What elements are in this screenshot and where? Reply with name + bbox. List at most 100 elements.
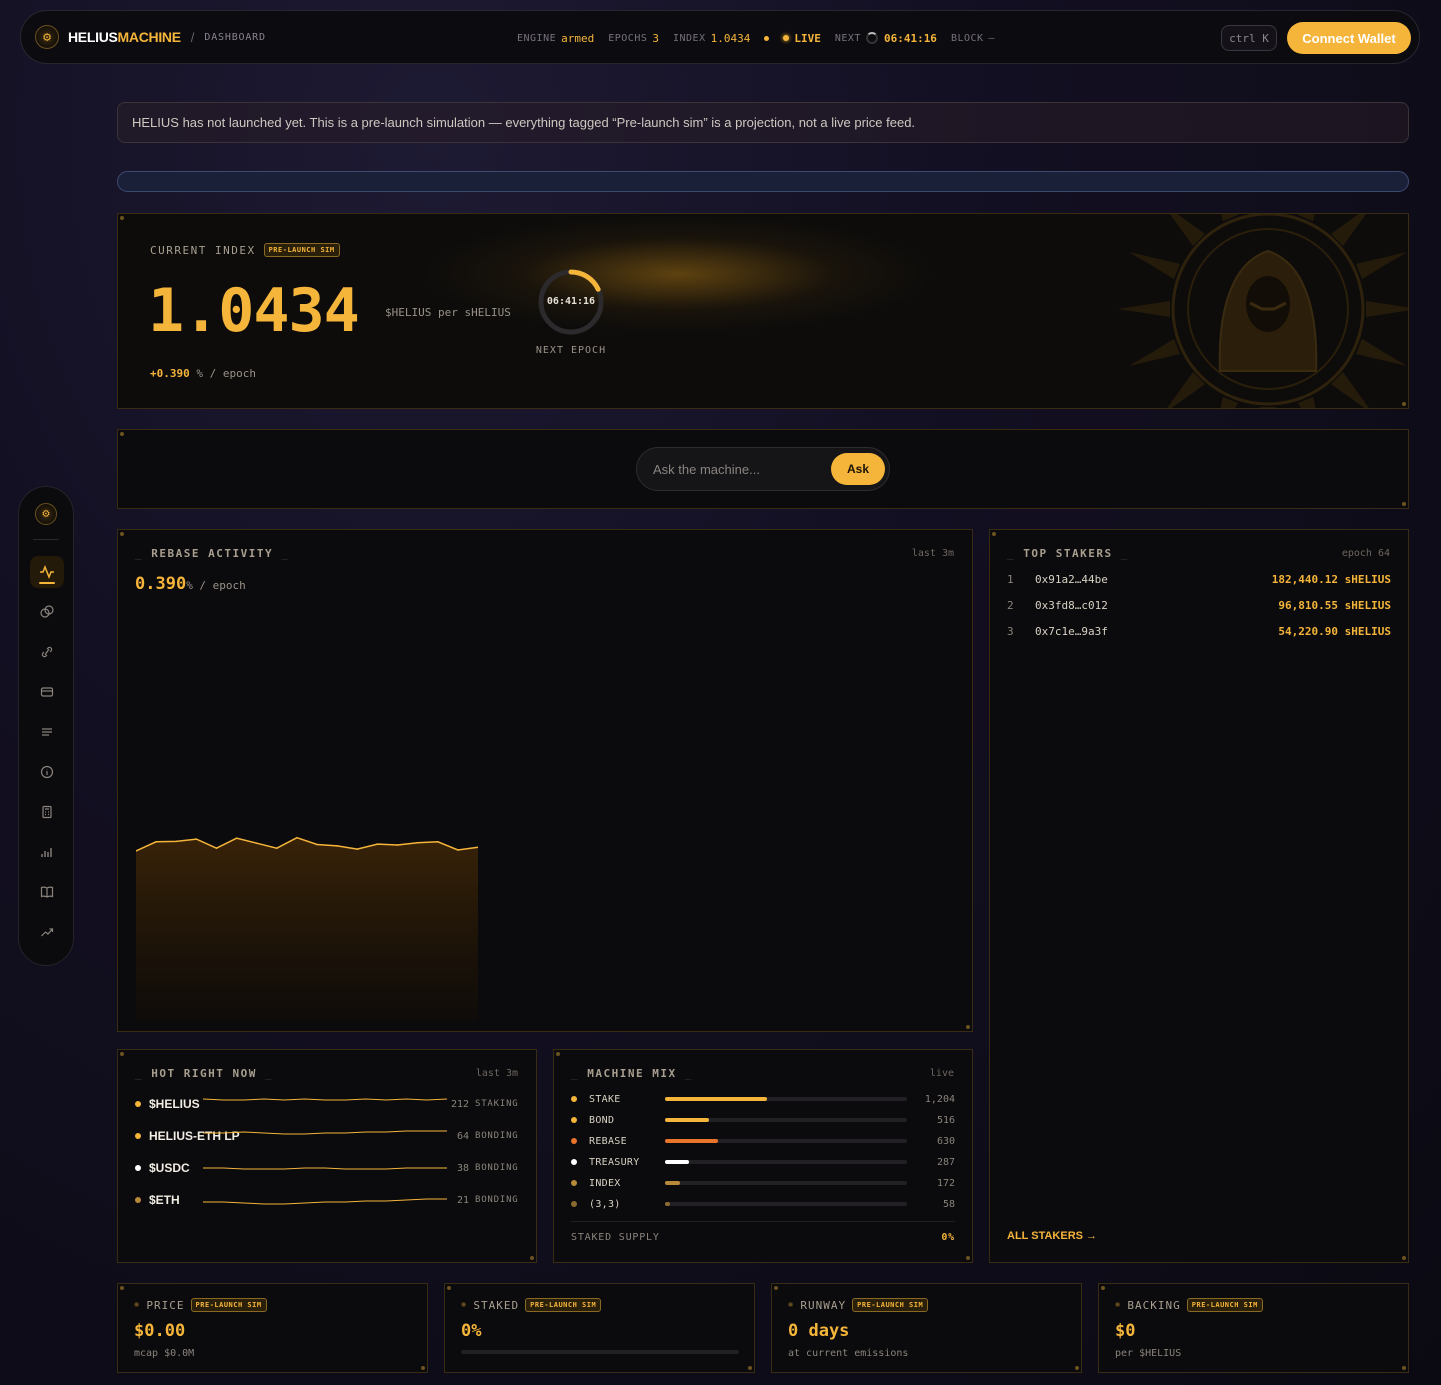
mix-row: STAKE 1,204: [571, 1092, 955, 1106]
delta-value: +0.390: [150, 367, 190, 380]
delta-suffix: % / epoch: [196, 367, 256, 380]
hot-item-dot-icon: [135, 1133, 141, 1139]
status-ticker: ENGINE armed EPOCHS 3 INDEX 1.0434 LIVE …: [517, 11, 1000, 65]
mix-name: TREASURY: [589, 1156, 640, 1168]
sidebar-item-analytics[interactable]: [30, 836, 64, 868]
ask-button[interactable]: Ask: [831, 453, 885, 485]
brand[interactable]: HELIUSMACHINE: [68, 29, 181, 45]
rebase-point: [396, 844, 399, 846]
sun-icon: ✺: [461, 1300, 468, 1310]
mix-name: INDEX: [589, 1177, 621, 1189]
sidebar-item-coins[interactable]: [30, 596, 64, 628]
sidebar-item-wallet[interactable]: [30, 676, 64, 708]
sidebar-item-trending[interactable]: [30, 916, 64, 948]
logo-icon[interactable]: ⚙: [35, 25, 59, 49]
hot-item-name: $ETH: [149, 1193, 180, 1207]
next-value: 06:41:16: [883, 31, 937, 45]
rebase-point: [457, 849, 459, 851]
staked-stat-card: ✺ STAKED PRE-LAUNCH SIM 0%: [444, 1283, 755, 1373]
command-palette-shortcut[interactable]: ctrl K: [1221, 25, 1277, 51]
rebase-title-text: REBASE ACTIVITY: [151, 547, 274, 560]
mix-value: 630: [936, 1135, 955, 1147]
mix-bar: [665, 1160, 907, 1164]
price-label-text: PRICE: [146, 1298, 185, 1312]
coins-icon: [40, 605, 54, 618]
sun-icon: ✺: [134, 1300, 141, 1310]
price-value: $0.00: [134, 1321, 186, 1341]
list-icon: [42, 728, 52, 736]
mix-value: 172: [936, 1177, 955, 1189]
next-epoch-label: NEXT EPOCH: [535, 345, 607, 356]
rebase-area: [136, 837, 478, 1020]
sidebar-item-activity[interactable]: [30, 556, 64, 588]
sidebar-item-list[interactable]: [30, 716, 64, 748]
hot-range: last 3m: [475, 1068, 518, 1079]
hot-item-count: 64: [456, 1130, 469, 1142]
epochs-label: EPOCHS: [608, 32, 648, 44]
connect-wallet-button[interactable]: Connect Wallet: [1287, 22, 1411, 54]
rebase-point: [336, 845, 338, 847]
countdown-spinner-icon: [865, 32, 878, 44]
prelaunch-sim-badge: PRE-LAUNCH SIM: [852, 1298, 929, 1312]
sidebar-item-calculator[interactable]: [30, 796, 64, 828]
rebase-point: [215, 847, 218, 849]
backing-value: $0: [1115, 1321, 1136, 1341]
all-stakers-link[interactable]: ALL STAKERS →: [1007, 1230, 1097, 1242]
runway-sub: at current emissions: [788, 1348, 909, 1359]
hot-item-count: 212: [450, 1098, 469, 1110]
top-stakers-panel: _ TOP STAKERS _ epoch 64 1 0x91a2…44be 1…: [989, 529, 1409, 1263]
mix-dot-icon: [571, 1159, 577, 1165]
hot-item-sparkline: [203, 1130, 447, 1135]
rebase-point: [235, 837, 238, 839]
rebase-value: 0.390% / epoch: [135, 574, 246, 594]
hot-item[interactable]: $HELIUS 212 STAKING: [135, 1094, 519, 1114]
trending-up-icon: [41, 928, 54, 937]
mix-dot-icon: [571, 1138, 577, 1144]
mix-dot-icon: [571, 1201, 577, 1207]
prelaunch-sim-badge: PRE-LAUNCH SIM: [525, 1298, 602, 1312]
hot-title-text: HOT RIGHT NOW: [151, 1067, 257, 1080]
hot-item[interactable]: $ETH 21 BONDING: [135, 1190, 519, 1210]
hot-item-count: 21: [456, 1194, 469, 1206]
hooded-sun-emblem-icon: [1118, 214, 1408, 408]
rebase-value-number: 0.390: [135, 574, 187, 594]
brand-main: HELIUS: [68, 29, 118, 45]
stakers-title-text: TOP STAKERS: [1023, 547, 1113, 560]
mix-value: 58: [942, 1198, 955, 1210]
hot-item-tag: STAKING: [475, 1099, 519, 1109]
machine-mix-panel: _ MACHINE MIX _ live STAKE 1,204 BOND 516 RE…: [553, 1049, 973, 1263]
index-value: 1.0434: [710, 31, 751, 45]
ask-input[interactable]: [653, 461, 823, 477]
mix-name: STAKE: [589, 1093, 621, 1105]
current-index-title: CURRENT INDEX: [150, 243, 256, 257]
wallet-icon: [40, 687, 54, 697]
hot-item[interactable]: $USDC 38 BONDING: [135, 1158, 519, 1178]
staker-row[interactable]: 3 0x7c1e…9a3f 54,220.90 sHELIUS: [1007, 625, 1391, 641]
staker-address: 0x7c1e…9a3f: [1035, 625, 1108, 638]
hot-right-now-panel: _ HOT RIGHT NOW _ last 3m $HELIUS 212 STAK…: [117, 1049, 537, 1263]
sidebar-item-docs[interactable]: [30, 876, 64, 908]
mix-dot-icon: [571, 1096, 577, 1102]
ask-box: Ask: [636, 447, 890, 491]
sidebar-divider: [33, 539, 59, 540]
ask-card: Ask: [117, 429, 1409, 509]
sidebar-item-bond[interactable]: [30, 636, 64, 668]
staker-amount: 182,440.12 sHELIUS: [1271, 573, 1391, 586]
runway-label: ✺ RUNWAY PRE-LAUNCH SIM: [788, 1298, 929, 1312]
prelaunch-sim-badge: PRE-LAUNCH SIM: [190, 1298, 267, 1312]
sun-icon: ✺: [1115, 1300, 1122, 1310]
sidebar-logo-icon[interactable]: ⚙: [35, 503, 57, 525]
staker-row[interactable]: 1 0x91a2…44be 182,440.12 sHELIUS: [1007, 573, 1391, 589]
runway-stat-card: ✺ RUNWAY PRE-LAUNCH SIM 0 days at current …: [771, 1283, 1082, 1373]
index-unit: $HELIUS per sHELIUS: [385, 306, 511, 319]
stakers-epoch: epoch 64: [1341, 548, 1390, 559]
rebase-point: [155, 841, 157, 843]
staker-rank: 3: [1007, 625, 1014, 638]
staker-address: 0x3fd8…c012: [1035, 599, 1108, 612]
price-sub: mcap $0.0M: [134, 1348, 195, 1359]
hot-title: _ HOT RIGHT NOW _: [135, 1067, 274, 1080]
current-index-value: 1.0434: [148, 276, 360, 346]
hot-item[interactable]: HELIUS-ETH LP 64 BONDING: [135, 1126, 519, 1146]
staker-row[interactable]: 2 0x3fd8…c012 96,810.55 sHELIUS: [1007, 599, 1391, 615]
sidebar-item-info[interactable]: [30, 756, 64, 788]
